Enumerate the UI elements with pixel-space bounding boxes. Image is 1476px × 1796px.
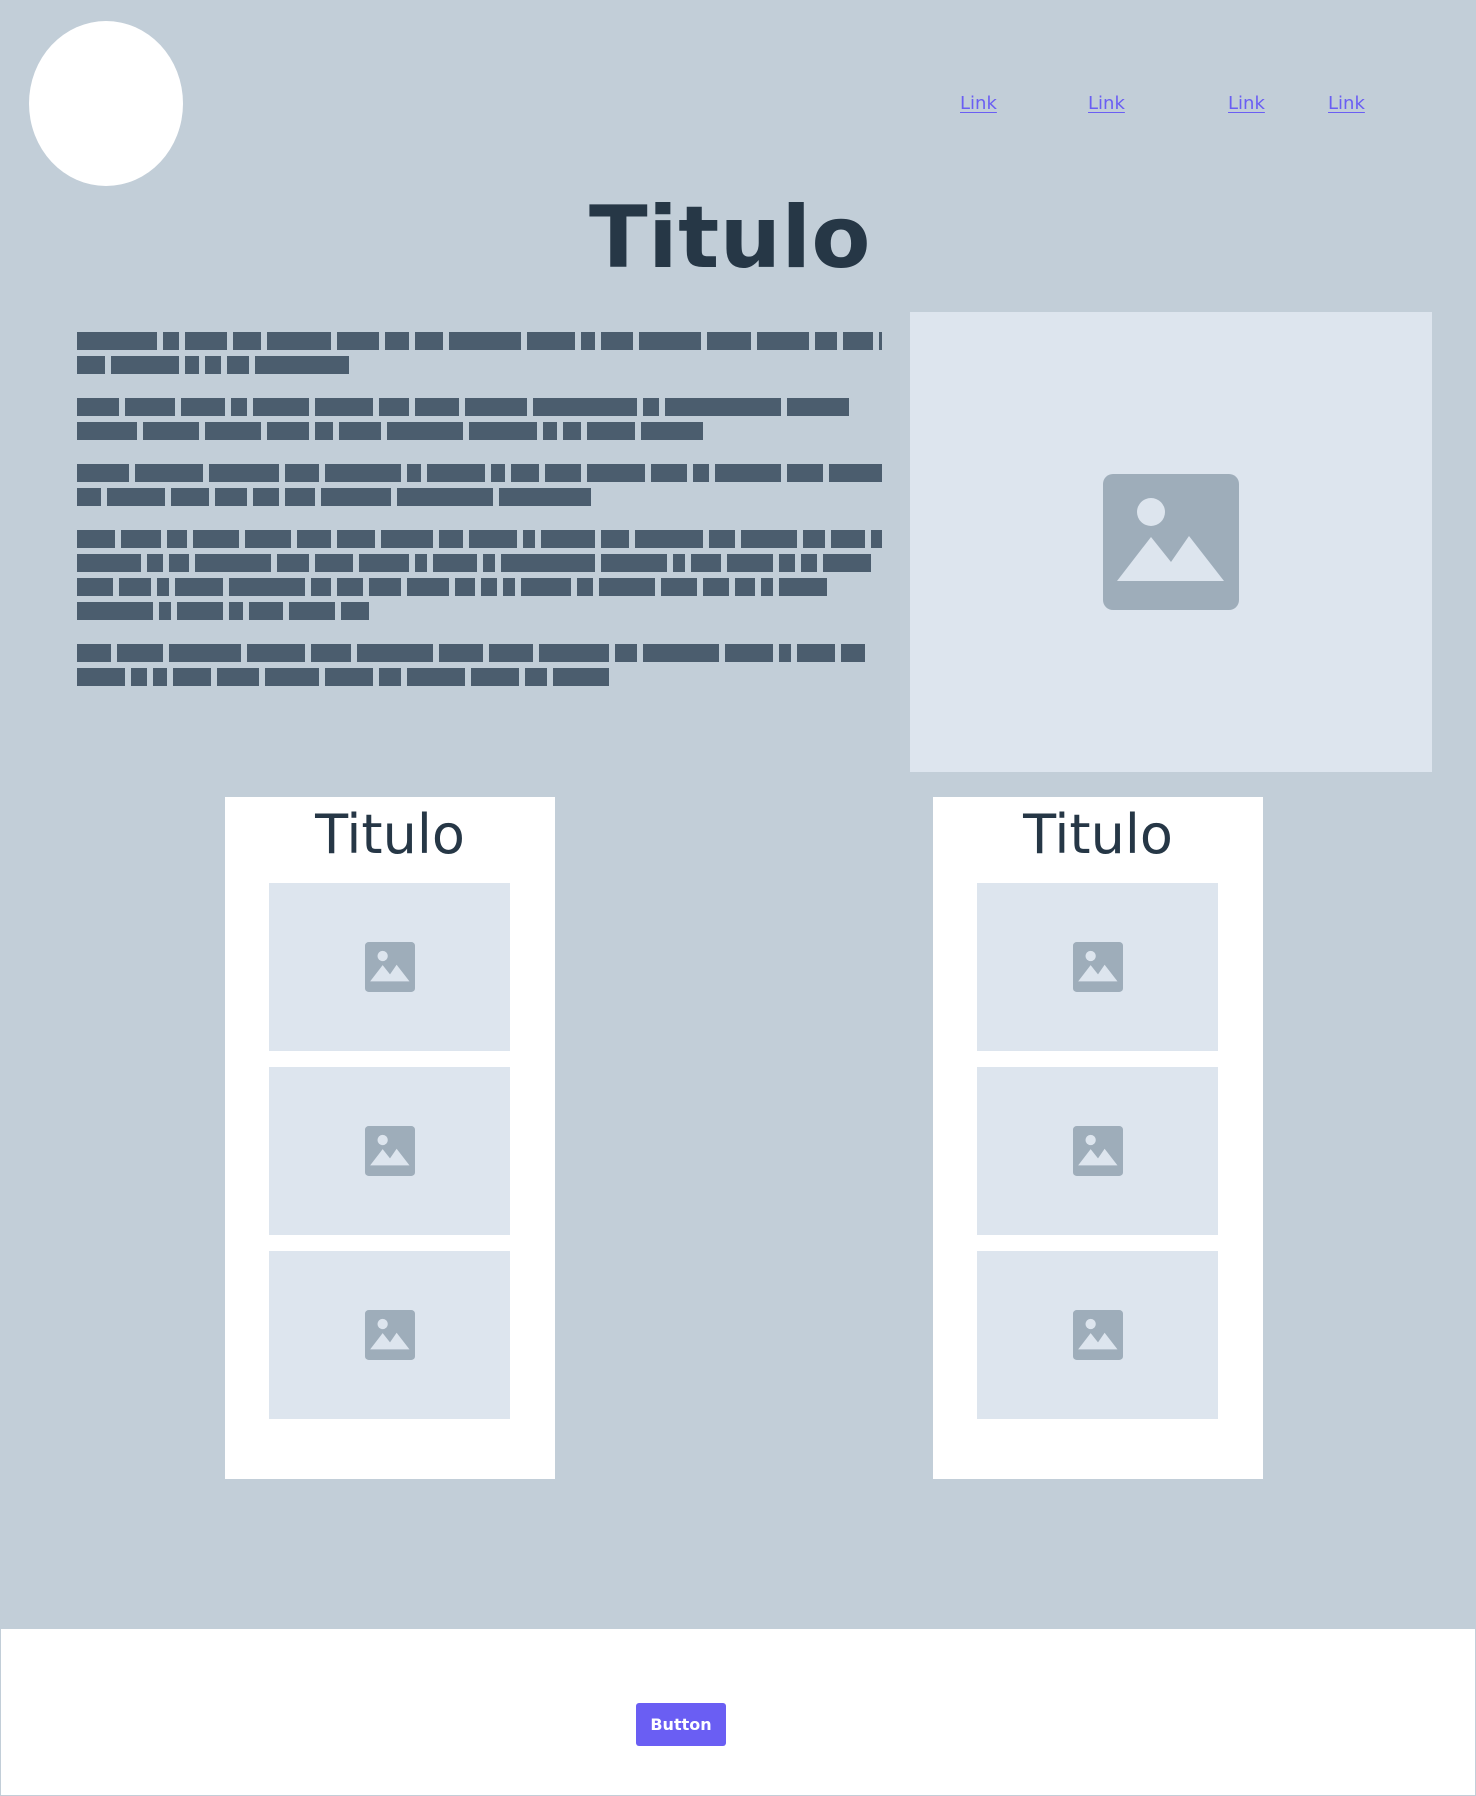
nav-link-4[interactable]: Link [1328, 93, 1365, 114]
paragraph [77, 530, 882, 620]
paragraph [77, 464, 882, 506]
card: Titulo [225, 797, 555, 1479]
nav-link-1[interactable]: Link [960, 93, 997, 114]
card-title: Titulo [315, 803, 465, 866]
paragraph [77, 398, 882, 440]
card-image [269, 1067, 510, 1235]
card-image [977, 1067, 1218, 1235]
image-placeholder-icon [1103, 474, 1239, 610]
paragraph [77, 332, 882, 374]
card-image [977, 883, 1218, 1051]
hero-image [910, 312, 1432, 772]
card: Titulo [933, 797, 1263, 1479]
page: Link Link Link Link Titulo Titulo Titulo… [0, 0, 1476, 1796]
page-title: Titulo [588, 188, 872, 288]
image-placeholder-icon [1072, 942, 1123, 992]
image-placeholder-icon [364, 1310, 415, 1360]
image-placeholder-icon [1072, 1126, 1123, 1176]
image-placeholder-icon [364, 1126, 415, 1176]
nav-link-2[interactable]: Link [1088, 93, 1125, 114]
image-placeholder-icon [1072, 1310, 1123, 1360]
nav-link-3[interactable]: Link [1228, 93, 1265, 114]
primary-button[interactable]: Button [636, 1703, 726, 1746]
footer: Button [0, 1628, 1476, 1796]
card-image [269, 883, 510, 1051]
logo-placeholder[interactable] [29, 21, 183, 186]
image-placeholder-icon [364, 942, 415, 992]
card-image [977, 1251, 1218, 1419]
body-text [77, 332, 882, 710]
card-image [269, 1251, 510, 1419]
card-title: Titulo [1023, 803, 1173, 866]
paragraph [77, 644, 882, 686]
